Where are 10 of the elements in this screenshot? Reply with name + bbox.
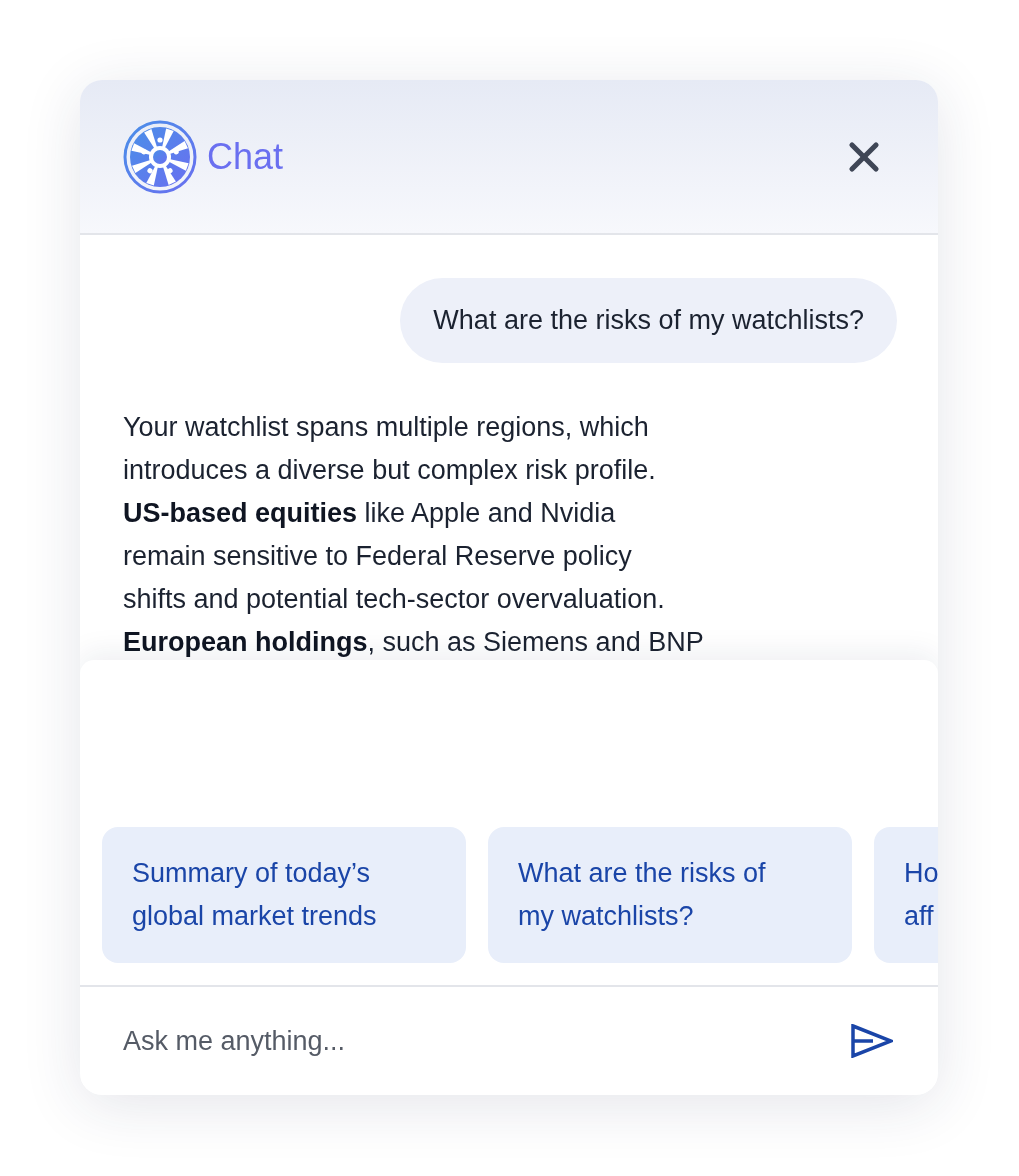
suggestion-card[interactable]: What are the risks of my watchlists? — [488, 827, 852, 963]
chat-title: Chat — [207, 134, 284, 179]
send-icon — [851, 1024, 893, 1058]
suggestion-card[interactable]: Summary of today’s global market trends — [102, 827, 466, 963]
assistant-message: Your watchlist spans multiple regions, which introduces a diverse but complex risk profile. US-based equities like Apple and Nvidia remain sensitive to Federal Reserve policy shifts and potential tech-sector overvaluation. European holdings, such as Siemens and BNP — [123, 410, 705, 659]
message-input[interactable]: Ask me anything... — [123, 1020, 850, 1062]
wheel-logo-icon — [123, 119, 197, 194]
send-button[interactable] — [850, 1021, 894, 1061]
suggestion-card[interactable]: Ho aff — [874, 827, 938, 963]
user-message: What are the risks of my watchlists? — [400, 278, 897, 363]
